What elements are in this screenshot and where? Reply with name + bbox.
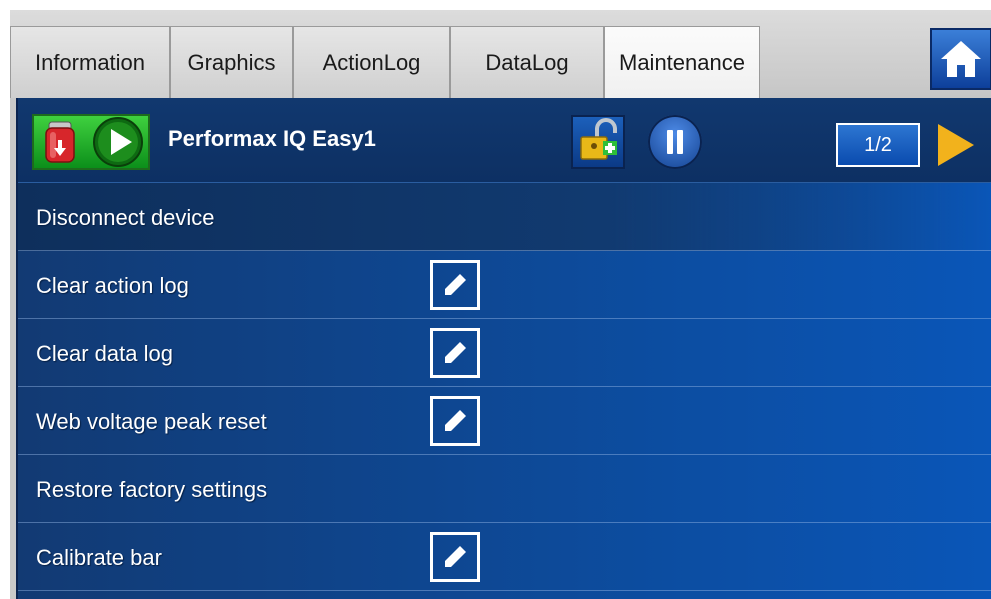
tab-actionlog[interactable]: ActionLog [293, 26, 450, 98]
edit-button[interactable] [430, 532, 480, 582]
tab-graphics[interactable]: Graphics [170, 26, 293, 98]
pause-icon [667, 130, 683, 154]
list-item: Clear action log [18, 251, 991, 319]
item-label: Clear data log [36, 341, 173, 366]
pencil-icon [445, 342, 466, 363]
edit-button[interactable] [430, 260, 480, 310]
maintenance-list: Disconnect device Clear action log Clear… [18, 183, 991, 591]
item-label: Restore factory settings [36, 477, 268, 502]
item-label: Clear action log [36, 273, 189, 298]
battery-icon [45, 121, 75, 163]
pencil-icon [445, 410, 466, 431]
list-item: Web voltage peak reset [18, 387, 991, 455]
pencil-icon [445, 546, 466, 567]
home-button[interactable] [930, 28, 991, 90]
pencil-icon [445, 274, 466, 295]
tab-datalog[interactable]: DataLog [450, 26, 604, 98]
tab-bar: Information Graphics ActionLog DataLog M… [10, 10, 991, 98]
app-frame: Information Graphics ActionLog DataLog M… [10, 10, 991, 599]
device-name: Performax IQ Easy1 [168, 126, 376, 151]
play-icon [93, 117, 143, 167]
edit-button[interactable] [430, 396, 480, 446]
home-icon [941, 41, 981, 77]
device-status-box[interactable] [32, 114, 150, 170]
list-item[interactable]: Restore factory settings [18, 455, 991, 523]
item-label: Calibrate bar [36, 545, 162, 570]
tab-information[interactable]: Information [10, 26, 170, 98]
lock-button[interactable] [571, 115, 625, 169]
maintenance-panel: Performax IQ Easy1 1/2 Disconnect device… [16, 98, 991, 599]
pause-button[interactable] [648, 115, 702, 169]
list-item: Calibrate bar [18, 523, 991, 591]
unlock-icon [580, 118, 617, 160]
next-page-button[interactable] [934, 122, 978, 168]
item-label: Disconnect device [36, 205, 215, 230]
arrow-right-icon [938, 124, 974, 166]
item-label: Web voltage peak reset [36, 409, 267, 434]
edit-button[interactable] [430, 328, 480, 378]
page-indicator: 1/2 [836, 123, 920, 167]
device-header: Performax IQ Easy1 1/2 [18, 98, 991, 183]
tab-maintenance[interactable]: Maintenance [604, 26, 760, 98]
list-item[interactable]: Disconnect device [18, 183, 991, 251]
list-item: Clear data log [18, 319, 991, 387]
